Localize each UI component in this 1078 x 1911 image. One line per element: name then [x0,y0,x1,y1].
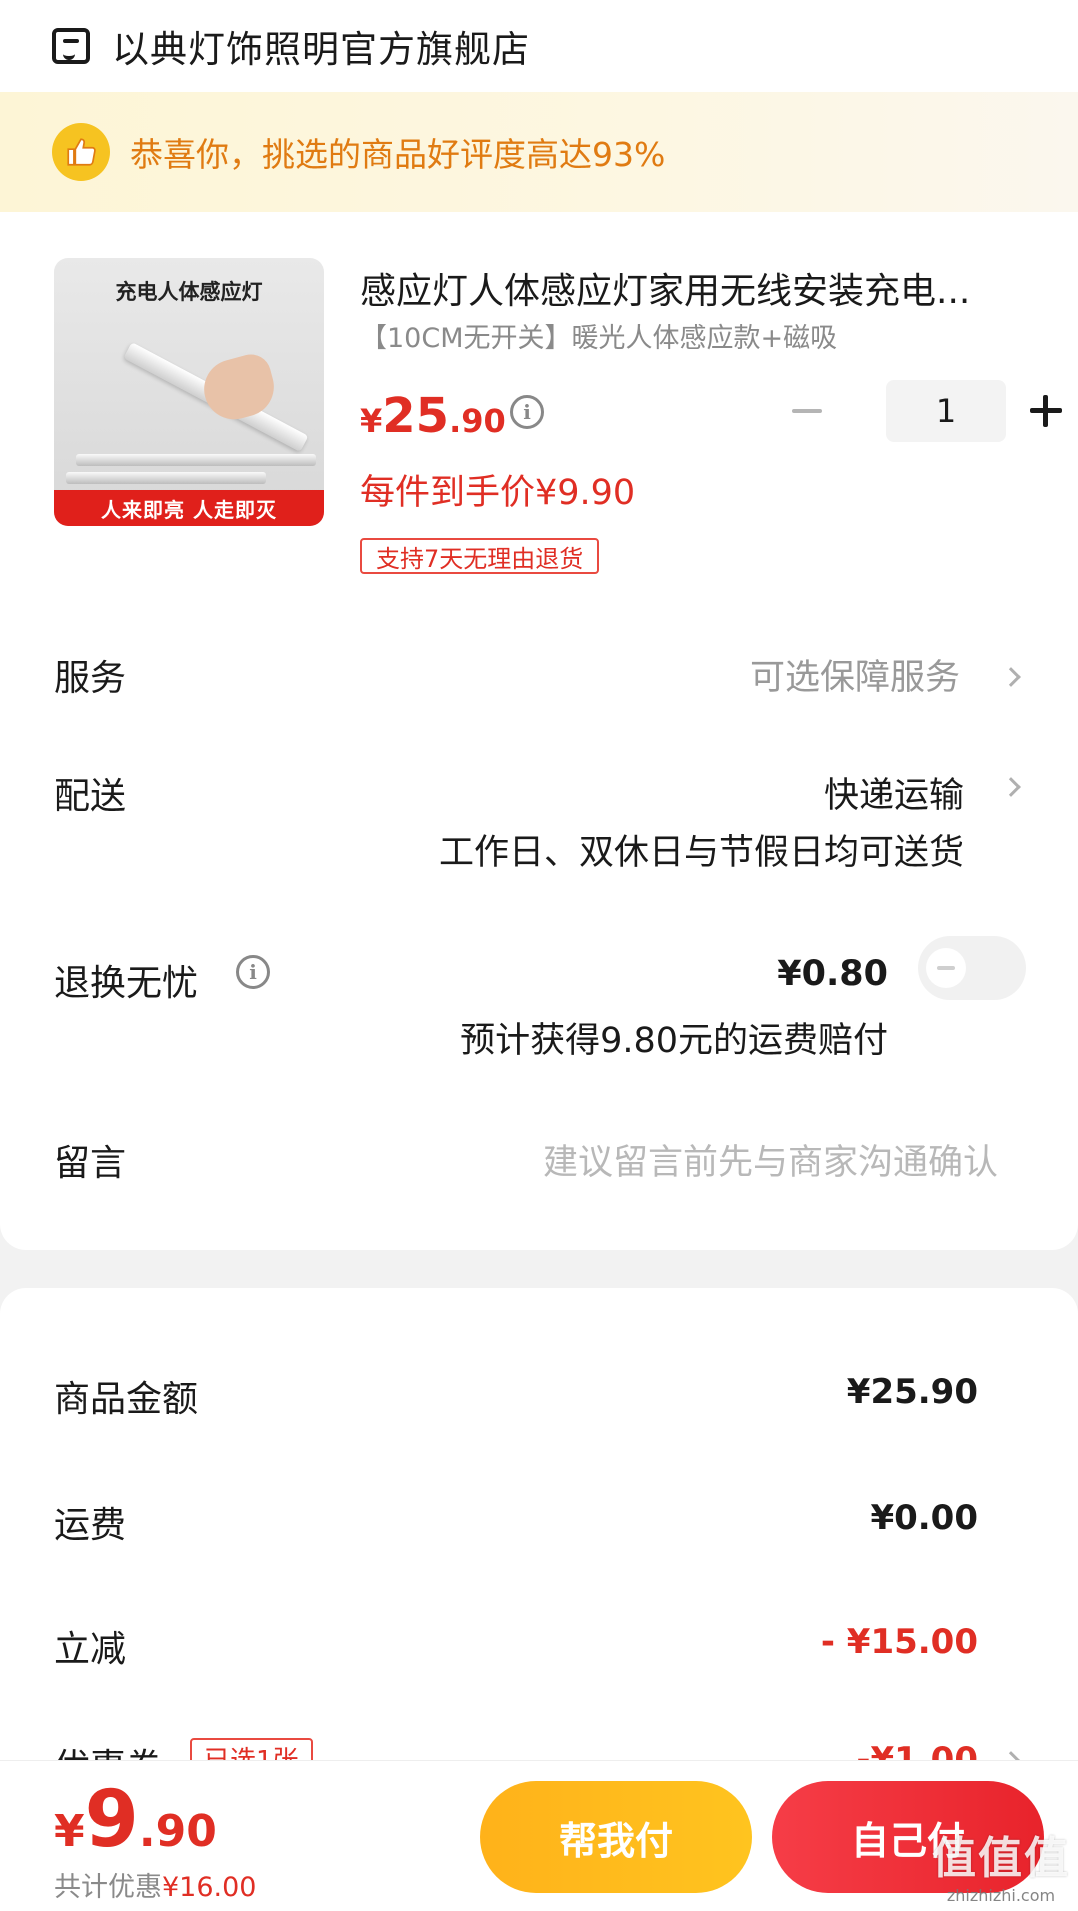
product-title[interactable]: 感应灯人体感应灯家用无线安装充电... [360,262,1040,314]
worry-free-info-icon[interactable]: i [236,955,270,989]
price-info-icon[interactable]: i [510,395,544,429]
checkout-bar: ¥ 9 .90 共计优惠¥16.00 帮我付 自己付 值值值 zhizhizhi… [0,1760,1078,1911]
lamp-bar-graphic [76,454,316,466]
minus-icon[interactable] [784,389,828,433]
price-symbol: ¥ [360,402,383,440]
product-price: ¥ 25 .90 [360,388,506,444]
delivery-label: 配送 [54,776,127,817]
total-integer: 9 [84,1775,139,1865]
price-integer: 25 [382,388,450,444]
store-header[interactable]: 以典灯饰照明官方旗舰店 [0,0,1078,92]
worry-free-note: 预计获得9.80元的运费赔付 [460,1021,888,1061]
worry-free-toggle[interactable] [918,936,1026,1000]
watermark-sub: zhizhizhi.com [946,1886,1056,1905]
goods-amount-label: 商品金额 [54,1379,199,1420]
goods-amount-value: ¥25.90 [846,1372,978,1412]
product-image-banner: 人来即亮 人走即灭 [54,490,324,526]
instant-discount-value: - ¥15.00 [820,1622,978,1662]
instant-discount-label: 立减 [54,1629,127,1670]
store-name: 以典灯饰照明官方旗舰店 [112,28,530,71]
total-symbol: ¥ [54,1806,85,1857]
service-label: 服务 [54,658,127,699]
congrats-banner: 恭喜你，挑选的商品好评度高达93% [0,92,1078,212]
plus-icon[interactable] [1024,389,1068,433]
worry-free-price: ¥0.80 [777,954,888,994]
message-input[interactable]: 建议留言前先与商家沟通确认 [543,1134,998,1185]
worry-free-label: 退换无忧 [54,963,199,1004]
product-image[interactable]: 充电人体感应灯 人来即亮 人走即灭 [54,258,324,526]
delivery-note: 工作日、双休日与节假日均可送货 [438,833,964,873]
total-discount-prefix: 共计优惠 [54,1872,162,1903]
product-spec[interactable]: 【10CM无开关】暖光人体感应款+磁吸 [360,316,837,355]
message-label: 留言 [54,1143,127,1184]
order-card: 充电人体感应灯 人来即亮 人走即灭 感应灯人体感应灯家用无线安装充电... 【1… [0,212,1078,1250]
order-confirm-page: 以典灯饰照明官方旗舰店 恭喜你，挑选的商品好评度高达93% 充电人体感应灯 人来… [0,0,1078,1911]
unit-price: 每件到手价¥9.90 [360,473,636,513]
total-discount: 共计优惠¥16.00 [54,1865,256,1904]
thumbs-up-icon [52,123,110,181]
return-policy-tag: 支持7天无理由退货 [360,538,600,574]
quantity-stepper: 1 [784,380,1068,442]
total-decimal: .90 [138,1806,217,1857]
total-price: ¥ 9 .90 [54,1775,217,1865]
store-icon [52,28,90,64]
service-value[interactable]: 可选保障服务 [750,649,960,700]
watermark-main: 值值值 [932,1833,1070,1884]
shipping-value: ¥0.00 [870,1498,978,1538]
total-discount-amount: ¥16.00 [162,1872,257,1903]
shipping-label: 运费 [54,1505,127,1546]
chevron-right-icon[interactable] [1001,667,1021,687]
lamp-bar-graphic [66,472,266,484]
price-decimal: .90 [449,402,506,440]
quantity-input[interactable]: 1 [886,380,1006,442]
delivery-value[interactable]: 快递运输 [824,767,964,818]
chevron-right-icon[interactable] [1001,777,1021,797]
watermark-logo: 值值值 zhizhizhi.com [932,1822,1070,1905]
help-pay-button[interactable]: 帮我付 [480,1781,752,1893]
congrats-text: 恭喜你，挑选的商品好评度高达93% [130,135,666,174]
toggle-knob [926,948,966,988]
product-image-title: 充电人体感应灯 [115,280,263,304]
